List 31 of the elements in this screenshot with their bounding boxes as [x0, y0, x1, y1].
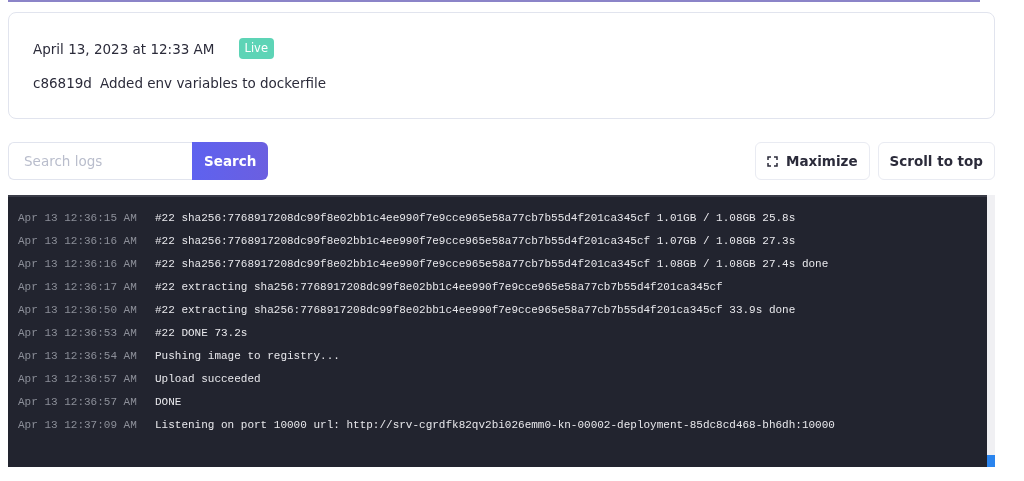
log-message: #22 sha256:7768917208dc99f8e02bb1c4ee990f7e9cce965e58a77cb7b55d4f201ca345cf 1.08GB / 1.08GB 27.4s done	[155, 257, 829, 273]
log-message: Pushing image to registry...	[155, 349, 340, 365]
status-badge: Live	[238, 38, 274, 60]
log-message: #22 extracting sha256:7768917208dc99f8e02bb1c4ee990f7e9cce965e58a77cb7b55d4f201ca345cf 33.9s done	[155, 303, 796, 319]
log-message: Upload succeeded	[155, 372, 261, 388]
maximize-button[interactable]: Maximize	[754, 142, 870, 180]
deploy-date: April 13, 2023 at 12:33 AM	[33, 39, 215, 59]
log-message: #22 extracting sha256:7768917208dc99f8e02bb1c4ee990f7e9cce965e58a77cb7b55d4f201ca345cf	[155, 280, 723, 296]
commit-message: Added env variables to dockerfile	[99, 74, 327, 94]
log-timestamp: Apr 13 12:36:17 AM	[18, 280, 138, 296]
commit-hash[interactable]: c86819d	[33, 73, 92, 94]
scroll-to-top-button[interactable]: Scroll to top	[877, 142, 995, 180]
log-timestamp: Apr 13 12:37:09 AM	[18, 418, 138, 434]
log-timestamp: Apr 13 12:36:57 AM	[18, 372, 138, 388]
maximize-icon	[766, 155, 778, 167]
search-button[interactable]: Search	[192, 142, 269, 180]
log-timestamp: Apr 13 12:36:54 AM	[18, 349, 138, 365]
log-message: #22 sha256:7768917208dc99f8e02bb1c4ee990f7e9cce965e58a77cb7b55d4f201ca345cf 1.01GB / 1.08GB 25.8s	[155, 211, 796, 227]
scrollbar-thumb[interactable]	[987, 455, 995, 467]
log-timestamp: Apr 13 12:36:50 AM	[18, 303, 138, 319]
log-timestamp: Apr 13 12:36:16 AM	[18, 257, 138, 273]
log-message: DONE	[155, 395, 182, 411]
log-message: #22 sha256:7768917208dc99f8e02bb1c4ee990f7e9cce965e58a77cb7b55d4f201ca345cf 1.07GB / 1.08GB 27.3s	[155, 234, 796, 250]
log-timestamp: Apr 13 12:36:15 AM	[18, 211, 138, 227]
search-field[interactable]: Search logs	[8, 142, 192, 180]
log-message: #22 DONE 73.2s	[155, 326, 248, 342]
log-timestamp: Apr 13 12:36:16 AM	[18, 234, 138, 250]
log-timestamp: Apr 13 12:36:53 AM	[18, 326, 138, 342]
log-timestamp: Apr 13 12:36:57 AM	[18, 395, 138, 411]
log-message: Listening on port 10000 url: http://srv-cgrdfk82qv2bi026emm0-kn-00002-deployment-85dc8cd468-bh6dh:10000	[155, 418, 835, 434]
scrollbar[interactable]	[987, 195, 995, 467]
